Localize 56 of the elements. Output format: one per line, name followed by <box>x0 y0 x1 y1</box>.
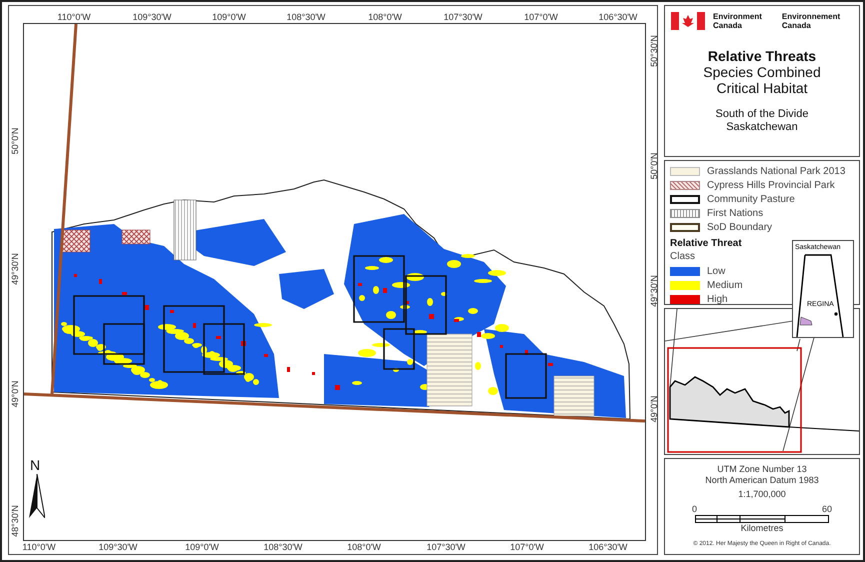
legend-swatch <box>670 222 700 232</box>
longitude-label: 106°30'W <box>598 12 638 22</box>
latitude-label: 49°30'N <box>10 253 20 285</box>
scale-unit: Kilometres <box>740 523 784 534</box>
region-name: South of the Divide <box>716 108 808 121</box>
latitude-label: 49°30'N <box>649 275 659 307</box>
latitude-label: 50°0'N <box>10 128 20 154</box>
longitude-label: 107°30'W <box>426 542 466 552</box>
latitude-label: 49°0'N <box>10 380 20 408</box>
legend-swatch <box>670 180 700 190</box>
legend-swatch <box>670 166 700 176</box>
latitude-label: 48°30'N <box>10 505 20 537</box>
agency-name: Environnement Canada <box>782 12 840 30</box>
legend-subheading: Class <box>670 250 696 264</box>
legend-label: High <box>707 294 728 304</box>
longitude-label: 108°30'W <box>286 12 326 22</box>
projection-text: UTM Zone Number 13 <box>717 464 807 475</box>
north-label: N <box>30 458 40 472</box>
scale-label: 0 <box>692 504 698 515</box>
legend-label: Low <box>707 266 726 276</box>
agency-name: Environment Canada <box>713 12 762 30</box>
longitude-label: 107°0'W <box>510 542 544 552</box>
longitude-label: 109°0'W <box>185 542 219 552</box>
legend-label: Grasslands National Park 2013 <box>707 166 846 176</box>
longitude-label: 109°0'W <box>212 12 246 22</box>
legend-heading: Relative Threat <box>670 237 742 250</box>
longitude-label: 110°0'W <box>22 542 56 552</box>
legend-label: Community Pasture <box>707 194 795 204</box>
legend-label: SoD Boundary <box>707 222 772 232</box>
longitude-label: 110°0'W <box>57 12 91 22</box>
longitude-label: 109°30'W <box>132 12 172 22</box>
region-name: Saskatchewan <box>726 121 798 134</box>
longitude-label: 107°0'W <box>524 12 558 22</box>
legend-label: First Nations <box>707 208 764 218</box>
map-subtitle: Critical Habitat <box>716 80 808 96</box>
longitude-label: 107°30'W <box>444 12 482 22</box>
legend-swatch <box>670 194 700 204</box>
longitude-label: 108°0'W <box>368 12 402 22</box>
map-title: Relative Threats <box>708 48 816 64</box>
longitude-label: 108°0'W <box>347 542 381 552</box>
flag-icon <box>671 12 705 30</box>
longitude-label: 108°30'W <box>264 542 302 552</box>
longitude-label: 109°30'W <box>98 542 138 552</box>
latitude-label: 49°0'N <box>649 396 659 422</box>
latitude-label: 50°30'N <box>649 35 659 67</box>
first-nations-area <box>174 200 196 260</box>
north-arrow-icon <box>29 474 45 518</box>
map-subtitle: Species Combined <box>703 64 821 80</box>
scale-label: 60 <box>822 504 832 515</box>
legend-label: Cypress Hills Provincial Park <box>707 180 835 190</box>
projection-text: North American Datum 1983 <box>705 475 819 486</box>
longitude-label: 106°30'W <box>588 542 628 552</box>
scale-ratio: 1:1,700,000 <box>738 489 786 500</box>
legend-label: Medium <box>707 280 743 290</box>
latitude-label: 50°0'N <box>649 152 659 180</box>
legend-swatch <box>670 208 700 218</box>
